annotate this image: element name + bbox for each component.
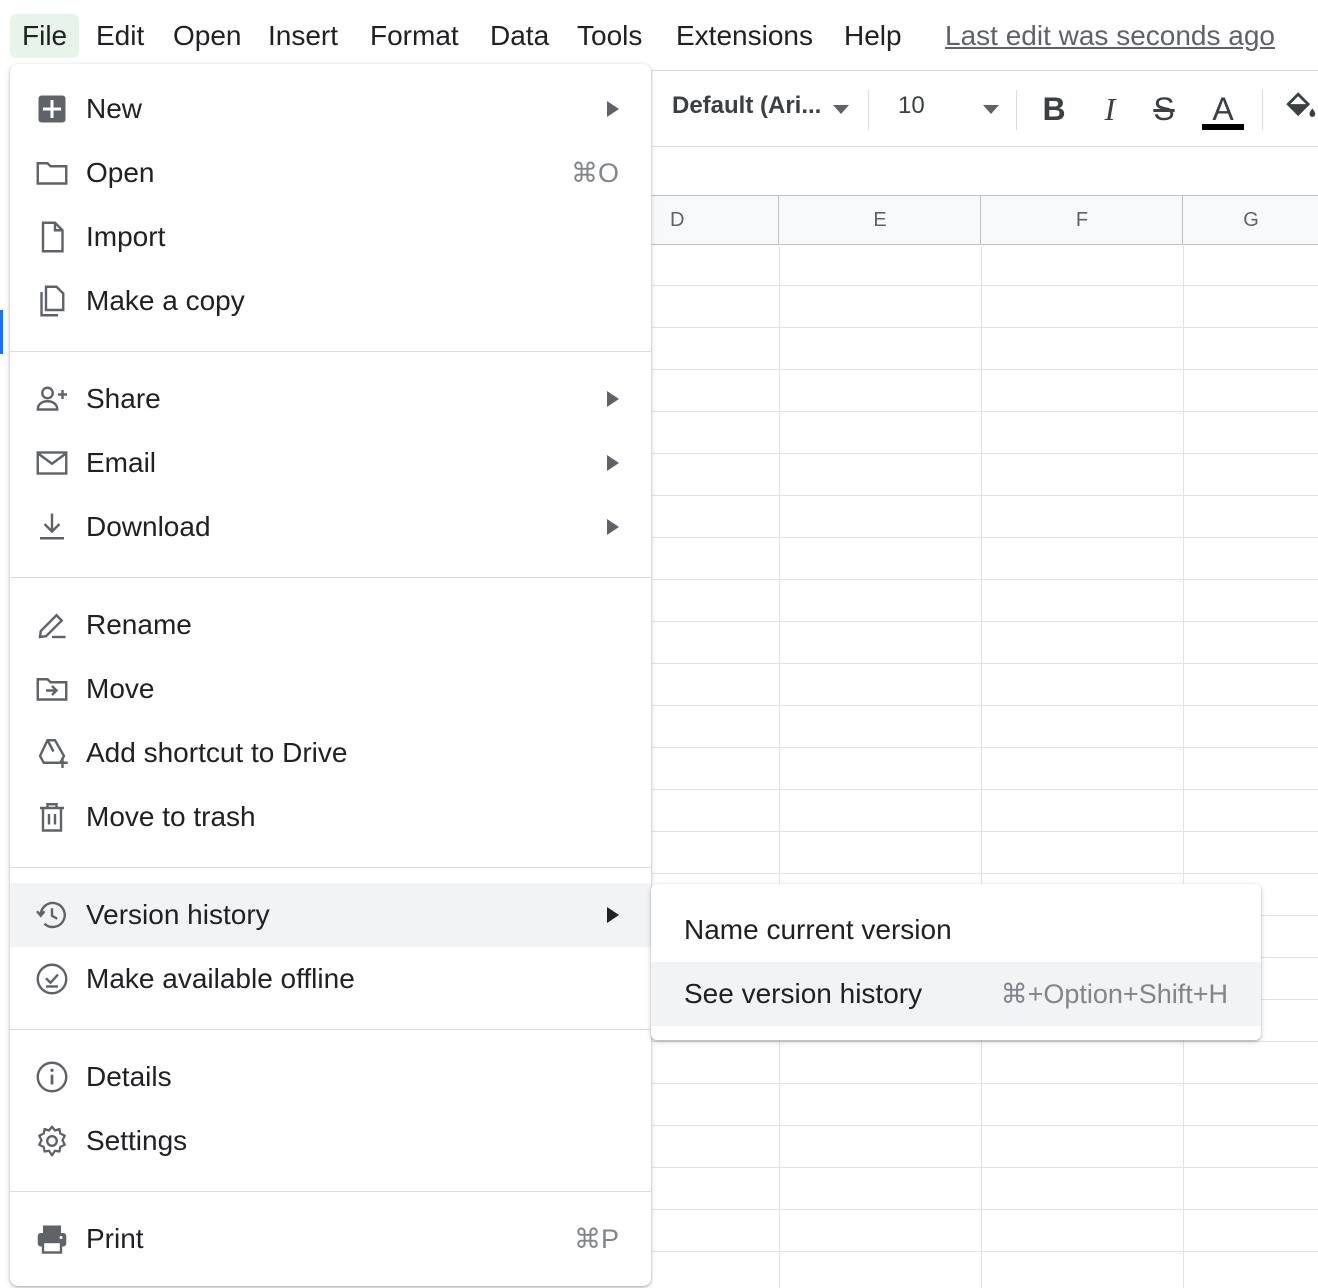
toolbar-divider bbox=[1016, 90, 1017, 130]
menu-item-name-current-version[interactable]: Name current version bbox=[651, 898, 1261, 962]
menu-item-share[interactable]: Share bbox=[10, 367, 651, 431]
text-color-letter: A bbox=[1212, 91, 1234, 127]
pencil-icon bbox=[34, 607, 70, 643]
font-family-value: Default (Ari... bbox=[672, 92, 822, 119]
copy-icon bbox=[34, 283, 70, 319]
font-size-value: 10 bbox=[898, 92, 925, 119]
menu-item-open[interactable]: Open ⌘O bbox=[10, 141, 651, 205]
submenu-arrow-icon bbox=[607, 907, 619, 923]
menu-format[interactable]: Format bbox=[358, 14, 471, 58]
menu-item-import[interactable]: Import bbox=[10, 205, 651, 269]
row-header-strip bbox=[0, 70, 10, 1288]
column-header-e[interactable]: E bbox=[778, 196, 981, 244]
chevron-down-icon bbox=[833, 105, 849, 114]
font-family-select[interactable]: Default (Ari... bbox=[672, 92, 821, 120]
menu-tools[interactable]: Tools bbox=[565, 14, 654, 58]
folder-icon bbox=[34, 155, 70, 191]
bold-icon[interactable]: B bbox=[1036, 86, 1072, 132]
menu-separator bbox=[10, 867, 651, 868]
new-spreadsheet-icon bbox=[34, 91, 70, 127]
menu-item-download[interactable]: Download bbox=[10, 495, 651, 559]
menu-item-settings[interactable]: Settings bbox=[10, 1109, 651, 1173]
menu-insert[interactable]: Insert bbox=[256, 14, 350, 58]
column-header-f[interactable]: F bbox=[980, 196, 1183, 244]
person-add-icon bbox=[34, 381, 70, 417]
menu-item-see-version-history[interactable]: See version history ⌘+Option+Shift+H bbox=[651, 962, 1261, 1026]
last-edit-link[interactable]: Last edit was seconds ago bbox=[945, 14, 1275, 58]
menu-item-add-shortcut[interactable]: Add shortcut to Drive bbox=[10, 721, 651, 785]
text-color-icon[interactable]: A bbox=[1202, 86, 1244, 132]
menu-separator bbox=[10, 577, 651, 578]
menu-item-offline[interactable]: Make available offline bbox=[10, 947, 651, 1011]
menu-data[interactable]: Data bbox=[478, 14, 561, 58]
submenu-arrow-icon bbox=[607, 455, 619, 471]
offline-check-icon bbox=[34, 961, 70, 997]
menu-item-version-history[interactable]: Version history bbox=[10, 883, 651, 947]
column-header-row: D E F G bbox=[652, 195, 1318, 245]
menu-separator bbox=[10, 1191, 651, 1192]
mail-icon bbox=[34, 445, 70, 481]
menu-open[interactable]: Open bbox=[161, 14, 254, 58]
toolbar: Default (Ari... 10 B I S A bbox=[652, 72, 1318, 147]
cell-grid[interactable] bbox=[652, 244, 1318, 1288]
version-history-submenu: Name current version See version history… bbox=[651, 884, 1261, 1040]
column-header-d[interactable]: D bbox=[652, 196, 778, 244]
folder-move-icon bbox=[34, 671, 70, 707]
menu-item-rename[interactable]: Rename bbox=[10, 593, 651, 657]
italic-icon[interactable]: I bbox=[1092, 86, 1128, 132]
menu-item-make-copy[interactable]: Make a copy bbox=[10, 269, 651, 333]
menu-item-move[interactable]: Move bbox=[10, 657, 651, 721]
menu-item-email[interactable]: Email bbox=[10, 431, 651, 495]
menu-item-print[interactable]: Print ⌘P bbox=[10, 1207, 651, 1271]
file-menu: New Open ⌘O Import Make a copy Share Ema… bbox=[10, 64, 651, 1286]
submenu-arrow-icon bbox=[607, 391, 619, 407]
download-icon bbox=[34, 509, 70, 545]
history-icon bbox=[34, 897, 70, 933]
paint-bucket-icon[interactable] bbox=[1284, 90, 1318, 124]
info-icon bbox=[34, 1059, 70, 1095]
menu-item-new[interactable]: New bbox=[10, 77, 651, 141]
submenu-arrow-icon bbox=[607, 519, 619, 535]
drive-shortcut-icon bbox=[34, 735, 70, 771]
submenu-arrow-icon bbox=[607, 101, 619, 117]
menu-item-details[interactable]: Details bbox=[10, 1045, 651, 1109]
toolbar-divider bbox=[868, 90, 869, 130]
trash-icon bbox=[34, 799, 70, 835]
toolbar-divider bbox=[1262, 90, 1263, 130]
text-color-swatch bbox=[1202, 124, 1244, 130]
font-size-select[interactable]: 10 bbox=[898, 92, 925, 120]
menu-bar: File Edit Open Insert Format Data Tools … bbox=[0, 0, 1318, 71]
menu-edit[interactable]: Edit bbox=[84, 14, 156, 58]
chevron-down-icon bbox=[983, 105, 999, 114]
menu-separator bbox=[10, 1029, 651, 1030]
menu-help[interactable]: Help bbox=[832, 14, 914, 58]
strikethrough-icon[interactable]: S bbox=[1146, 86, 1182, 132]
menu-extensions[interactable]: Extensions bbox=[664, 14, 825, 58]
menu-separator bbox=[10, 351, 651, 352]
printer-icon bbox=[34, 1221, 70, 1257]
gear-icon bbox=[34, 1123, 70, 1159]
menu-file[interactable]: File bbox=[10, 14, 80, 58]
column-header-g[interactable]: G bbox=[1182, 196, 1318, 244]
menu-item-trash[interactable]: Move to trash bbox=[10, 785, 651, 849]
formula-bar[interactable] bbox=[652, 147, 1318, 195]
file-icon bbox=[34, 219, 70, 255]
